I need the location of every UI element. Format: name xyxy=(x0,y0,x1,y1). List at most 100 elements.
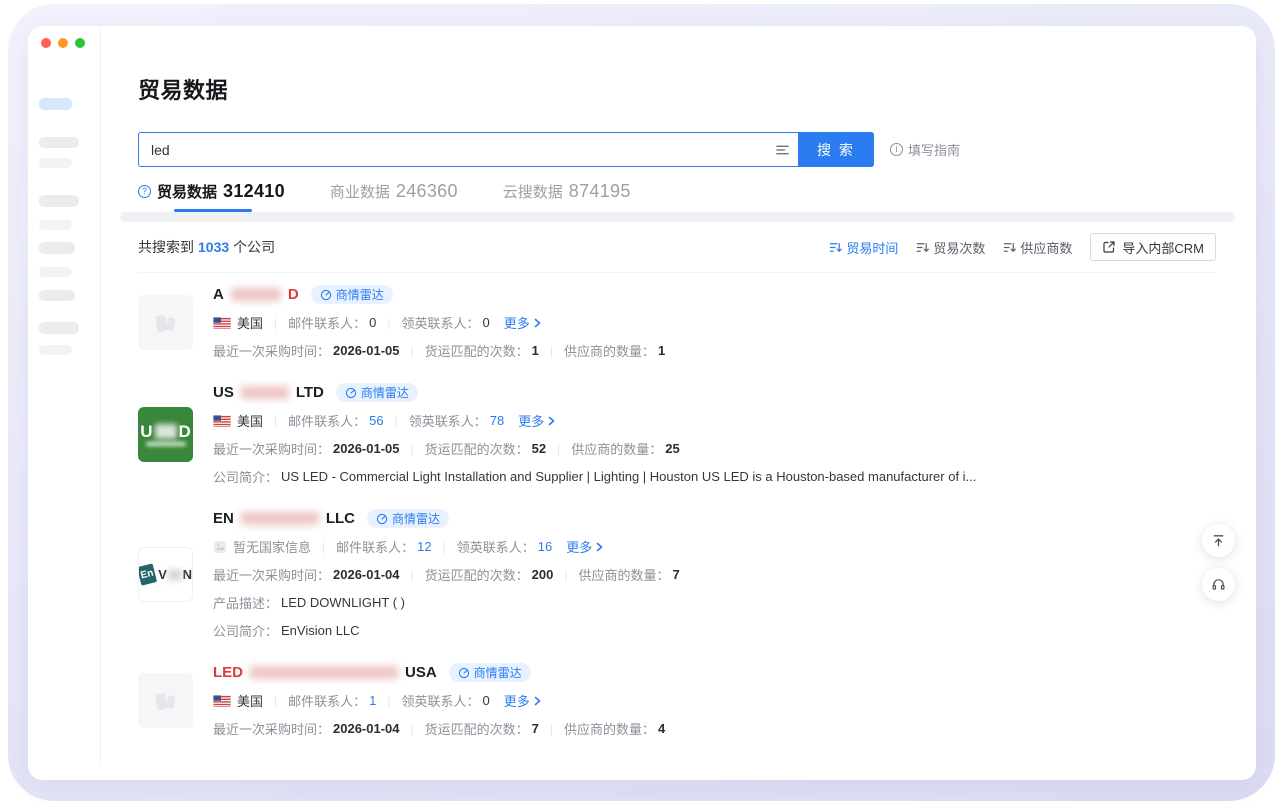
headset-icon xyxy=(1211,577,1226,592)
no-country-label: 暂无国家信息 xyxy=(233,537,311,556)
company-logo: U D xyxy=(138,407,193,462)
redacted-name-segment xyxy=(241,512,319,525)
sidebar-skeleton-item xyxy=(39,345,72,355)
main-content: 贸易数据 搜 索 i 填写指南 ? 贸易数据 312 xyxy=(101,26,1256,780)
company-logo-placeholder xyxy=(138,673,193,728)
logo-diamond: En xyxy=(138,563,157,585)
radar-badge[interactable]: 商情雷达 xyxy=(336,383,418,402)
sidebar-skeleton-item xyxy=(39,195,79,207)
page-title: 贸易数据 xyxy=(138,26,1216,105)
email-contacts-value[interactable]: 56 xyxy=(369,413,383,428)
sidebar-skeleton-item xyxy=(39,290,75,301)
chevron-right-icon xyxy=(533,318,542,328)
linkedin-contacts-value[interactable]: 78 xyxy=(490,413,504,428)
company-name: EN LLC xyxy=(213,510,355,527)
chevron-right-icon xyxy=(533,696,542,706)
freight-match-count: 7 xyxy=(532,721,539,736)
search-box: 搜 索 xyxy=(138,132,874,167)
redacted-name-segment xyxy=(250,666,398,679)
radar-badge[interactable]: 商情雷达 xyxy=(449,663,531,682)
chevron-right-icon xyxy=(547,416,556,426)
last-purchase-date: 2026-01-05 xyxy=(333,343,400,358)
linkedin-contacts-value: 0 xyxy=(483,693,490,708)
sort-trade-count[interactable]: 贸易次数 xyxy=(916,238,985,257)
email-contacts-value[interactable]: 1 xyxy=(369,693,376,708)
country-label: 美国 xyxy=(237,411,263,430)
company-name: A D xyxy=(213,286,299,303)
company-profile: EnVision LLC xyxy=(281,623,360,638)
import-crm-button[interactable]: 导入内部CRM xyxy=(1090,233,1216,261)
no-country-icon xyxy=(213,540,227,554)
sidebar-item-active[interactable] xyxy=(39,98,72,110)
redacted-logo-segment xyxy=(168,569,182,581)
more-link[interactable]: 更多 xyxy=(504,313,542,332)
email-contacts-value[interactable]: 12 xyxy=(417,539,431,554)
freight-match-count: 1 xyxy=(532,343,539,358)
product-description: LED DOWNLIGHT ( ) xyxy=(281,595,405,610)
fill-guide-link[interactable]: i 填写指南 xyxy=(890,140,960,159)
radar-badge[interactable]: 商情雷达 xyxy=(367,509,449,528)
company-row[interactable]: U D US LTD 商情 xyxy=(138,371,1216,497)
redacted-name-segment xyxy=(231,288,281,301)
last-purchase-date: 2026-01-05 xyxy=(333,441,400,456)
building-placeholder-icon xyxy=(152,309,180,337)
linkedin-contacts-value[interactable]: 16 xyxy=(538,539,552,554)
filter-lines-icon[interactable] xyxy=(766,133,798,166)
more-link[interactable]: 更多 xyxy=(518,411,556,430)
last-purchase-date: 2026-01-04 xyxy=(333,721,400,736)
radar-icon xyxy=(320,289,332,301)
company-logo-placeholder xyxy=(138,295,193,350)
sidebar-skeleton-item xyxy=(39,267,72,277)
redacted-name-segment xyxy=(241,386,289,399)
last-purchase-date: 2026-01-04 xyxy=(333,567,400,582)
search-button[interactable]: 搜 索 xyxy=(798,132,874,167)
company-name: US LTD xyxy=(213,384,324,401)
back-to-top-icon xyxy=(1211,533,1226,548)
us-flag-icon xyxy=(213,317,231,329)
company-row[interactable]: LED USA 商情雷达 美国 | 邮件联系人： xyxy=(138,651,1216,749)
supplier-count: 25 xyxy=(665,441,679,456)
country-label: 美国 xyxy=(237,691,263,710)
fill-guide-label: 填写指南 xyxy=(908,140,960,159)
scroll-track xyxy=(120,212,1235,222)
sidebar-skeleton-item xyxy=(39,322,79,334)
redacted-logo-tagline xyxy=(146,442,186,446)
info-circle-icon: i xyxy=(890,143,903,156)
radar-badge[interactable]: 商情雷达 xyxy=(311,285,393,304)
radar-icon xyxy=(458,667,470,679)
sort-trade-time[interactable]: 贸易时间 xyxy=(829,238,898,257)
tab-business-data[interactable]: 商业数据 246360 xyxy=(330,181,458,202)
sidebar xyxy=(28,26,101,766)
company-row[interactable]: En V N EN LLC 商情雷达 xyxy=(138,497,1216,651)
company-profile: US LED - Commercial Light Installation a… xyxy=(281,469,976,484)
company-logo: En V N xyxy=(138,547,193,602)
freight-match-count: 200 xyxy=(532,567,554,582)
more-link[interactable]: 更多 xyxy=(566,537,604,556)
sidebar-skeleton-item xyxy=(39,220,72,230)
back-to-top-button[interactable] xyxy=(1202,524,1235,557)
help-circle-icon: ? xyxy=(138,185,151,198)
company-name: LED USA xyxy=(213,664,437,681)
sidebar-skeleton-item xyxy=(39,137,79,148)
sort-supplier-count[interactable]: 供应商数 xyxy=(1003,238,1072,257)
supplier-count: 7 xyxy=(673,567,680,582)
building-placeholder-icon xyxy=(152,687,180,715)
customer-service-button[interactable] xyxy=(1202,568,1235,601)
tab-trade-data[interactable]: ? 贸易数据 312410 xyxy=(138,181,285,202)
more-link[interactable]: 更多 xyxy=(504,691,542,710)
country-label: 美国 xyxy=(237,313,263,332)
export-icon xyxy=(1102,240,1116,254)
search-input[interactable] xyxy=(139,133,766,166)
email-contacts-value: 0 xyxy=(369,315,376,330)
freight-match-count: 52 xyxy=(532,441,546,456)
sidebar-skeleton-item xyxy=(39,158,72,168)
sort-icon xyxy=(1003,241,1016,254)
sort-icon xyxy=(829,241,842,254)
company-row[interactable]: A D 商情雷达 美国 | 邮件联系人： xyxy=(138,273,1216,371)
sort-icon xyxy=(916,241,929,254)
data-tabs: ? 贸易数据 312410 商业数据 246360 云搜数据 874195 xyxy=(138,181,1216,212)
us-flag-icon xyxy=(213,415,231,427)
active-tab-indicator xyxy=(174,209,252,212)
tab-cloud-search-data[interactable]: 云搜数据 874195 xyxy=(503,181,631,202)
supplier-count: 1 xyxy=(658,343,665,358)
